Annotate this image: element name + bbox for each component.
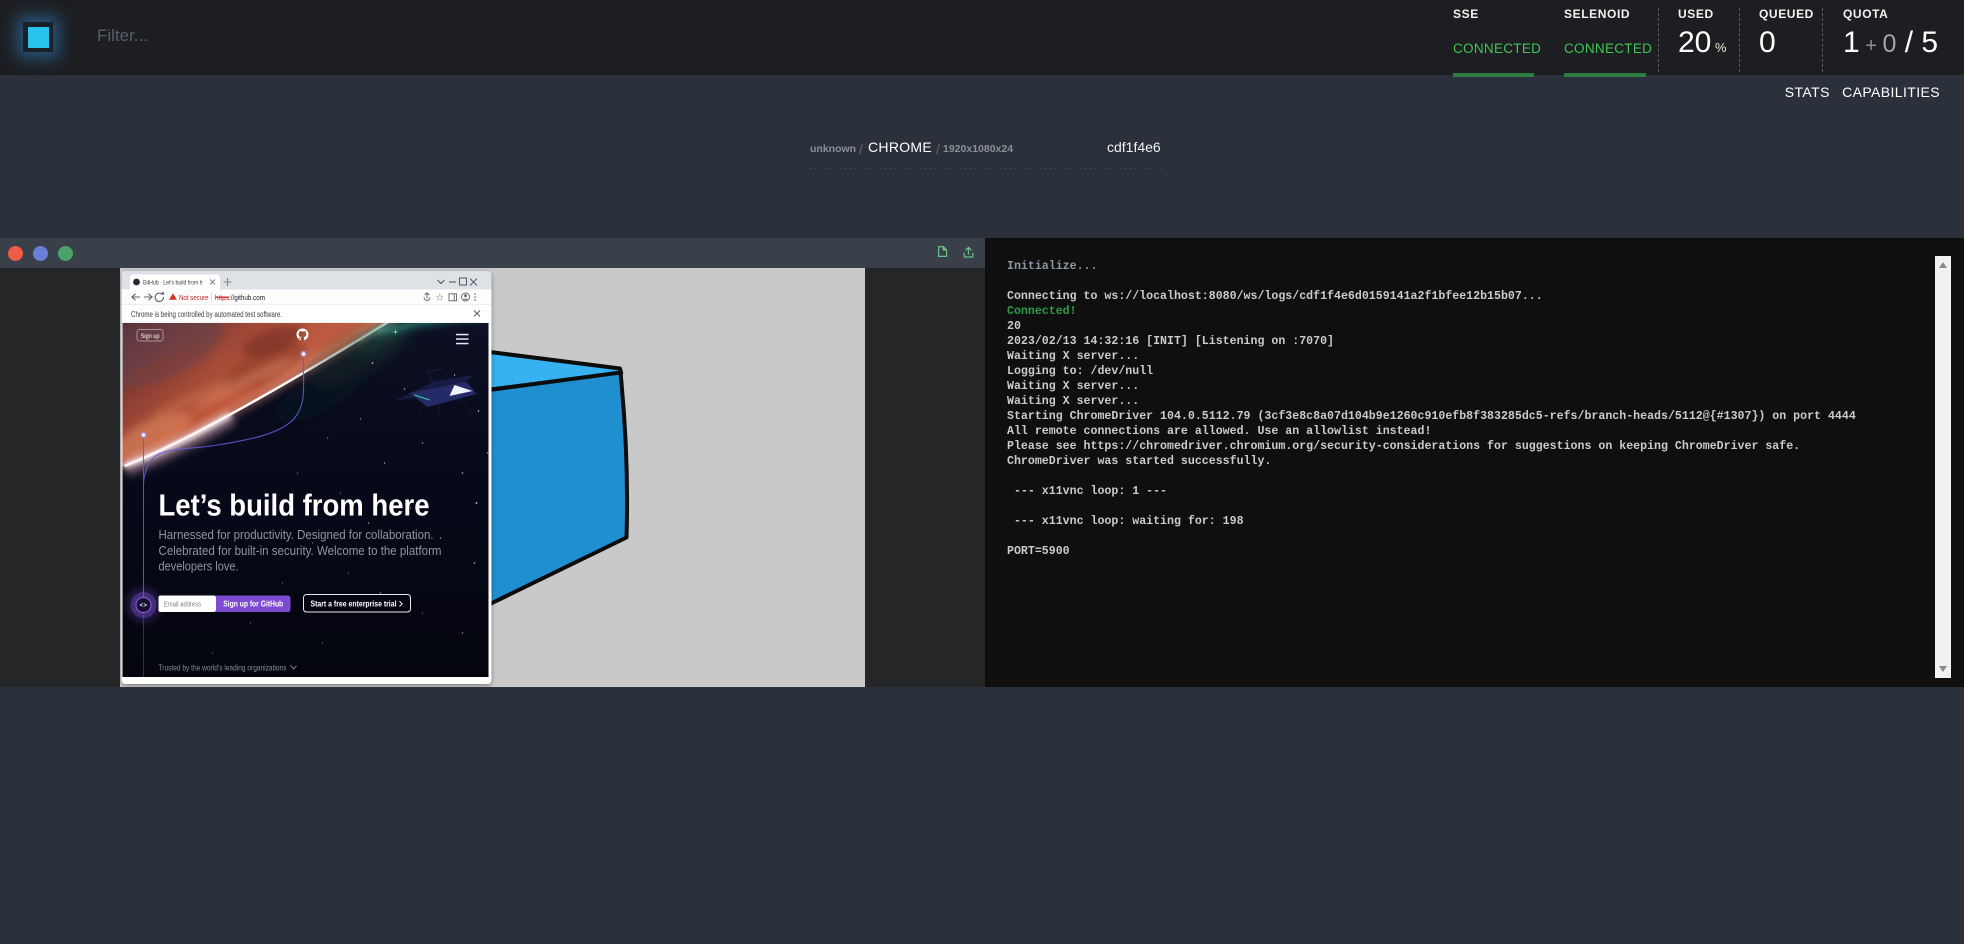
svg-text:Not secure: Not secure [179,293,209,302]
svg-text:developers love.: developers love. [159,559,239,574]
svg-text:GitHub · Let’s build from h: GitHub · Let’s build from h [143,280,203,287]
svg-text:Start a free enterprise trial: Start a free enterprise trial [311,600,397,609]
svg-text:://github.com: ://github.com [229,293,265,302]
svg-text:Chrome is being controlled by: Chrome is being controlled by automated … [131,310,282,319]
svg-text:Let’s build from here: Let’s build from here [159,489,430,523]
svg-text:Trusted by the world’s leading: Trusted by the world’s leading organizat… [159,664,287,673]
svg-text:<>: <> [140,603,148,609]
svg-text:Celebrated for built-in securi: Celebrated for built-in security. Welcom… [159,543,442,558]
svg-text:https: https [215,293,229,302]
svg-text:Sign up for GitHub: Sign up for GitHub [223,600,283,609]
svg-text:Email address: Email address [164,600,201,609]
svg-text:Sign up: Sign up [141,333,160,340]
svg-text:☆: ☆ [436,293,445,304]
svg-text:Harnessed for productivity. De: Harnessed for productivity. Designed for… [159,527,434,542]
